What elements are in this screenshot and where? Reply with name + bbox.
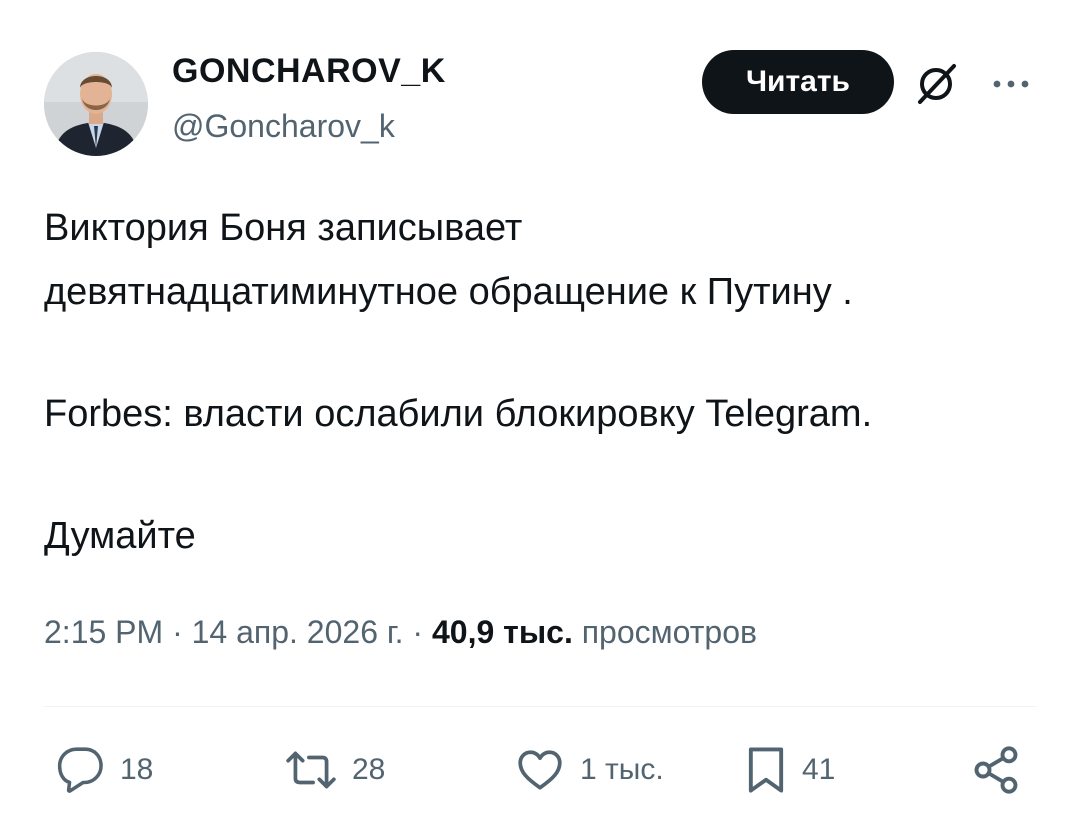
views-count[interactable]: 40,9 тыс.	[432, 614, 573, 650]
avatar[interactable]	[44, 52, 148, 156]
tweet-line: девятнадцатиминутное обращение к Путину …	[44, 271, 853, 313]
user-handle[interactable]: @Goncharov_k	[172, 108, 395, 145]
tweet-meta: 2:15 PM · 14 апр. 2026 г. · 40,9 тыс. пр…	[44, 614, 757, 651]
avatar-photo	[44, 52, 148, 156]
meta-separator: ·	[172, 614, 183, 650]
divider	[44, 706, 1036, 707]
views-label: просмотров	[581, 614, 757, 650]
display-name[interactable]: GONCHAROV_K	[172, 52, 446, 91]
follow-button[interactable]: Читать	[702, 50, 894, 114]
like-button[interactable]: 1 тыс.	[514, 742, 664, 798]
reply-icon	[57, 747, 103, 793]
tweet-line: Думайте	[44, 515, 196, 557]
grok-icon[interactable]	[908, 56, 964, 112]
bookmark-button[interactable]: 41	[744, 742, 835, 798]
tweet-line: Forbes: власти ослабили блокировку Teleg…	[44, 393, 873, 435]
reply-count: 18	[120, 753, 154, 786]
tweet-text: Виктория Боня записывает девятнадцатимин…	[44, 196, 1034, 568]
more-icon[interactable]	[986, 66, 1036, 102]
heart-icon	[518, 750, 562, 790]
tweet-date[interactable]: 14 апр. 2026 г.	[192, 614, 404, 650]
share-button[interactable]	[970, 742, 1022, 798]
bookmark-count: 41	[802, 753, 836, 786]
share-icon	[974, 746, 1018, 794]
repost-button[interactable]: 28	[284, 742, 385, 798]
meta-separator: ·	[412, 614, 424, 650]
repost-count: 28	[352, 753, 386, 786]
like-count: 1 тыс.	[580, 753, 664, 786]
repost-icon	[286, 751, 336, 789]
tweet-time[interactable]: 2:15 PM	[44, 614, 163, 650]
tweet-line: Виктория Боня записывает	[44, 207, 523, 249]
bookmark-icon	[748, 747, 784, 793]
reply-button[interactable]: 18	[56, 742, 153, 798]
